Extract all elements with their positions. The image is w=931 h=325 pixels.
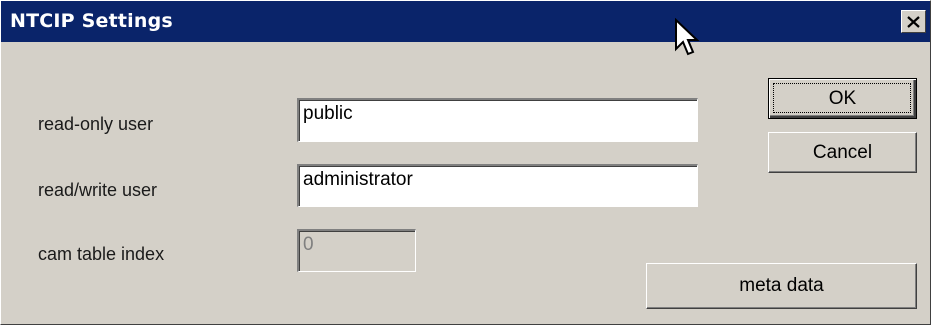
cam-table-index-input: 0 <box>297 229 416 272</box>
focus-rectangle <box>773 83 911 113</box>
cancel-button-label: Cancel <box>812 141 873 163</box>
window-title: NTCIP Settings <box>10 10 173 32</box>
close-button[interactable] <box>901 10 926 33</box>
ntcip-settings-dialog: NTCIP Settings read-only user public rea… <box>0 0 931 325</box>
read-write-user-input[interactable]: administrator <box>297 164 698 207</box>
mouse-pointer-icon <box>675 18 700 56</box>
read-only-user-label: read-only user <box>38 114 154 134</box>
meta-data-button-label: meta data <box>739 275 824 296</box>
cancel-button[interactable]: Cancel <box>768 132 917 173</box>
meta-data-button[interactable]: meta data <box>646 263 917 309</box>
cam-table-index-label: cam table index <box>38 244 165 264</box>
read-write-user-label: read/write user <box>38 180 158 200</box>
close-icon <box>907 15 920 28</box>
title-bar[interactable]: NTCIP Settings <box>1 1 930 42</box>
read-only-user-input[interactable]: public <box>297 98 698 142</box>
ok-button[interactable]: OK <box>768 78 917 119</box>
